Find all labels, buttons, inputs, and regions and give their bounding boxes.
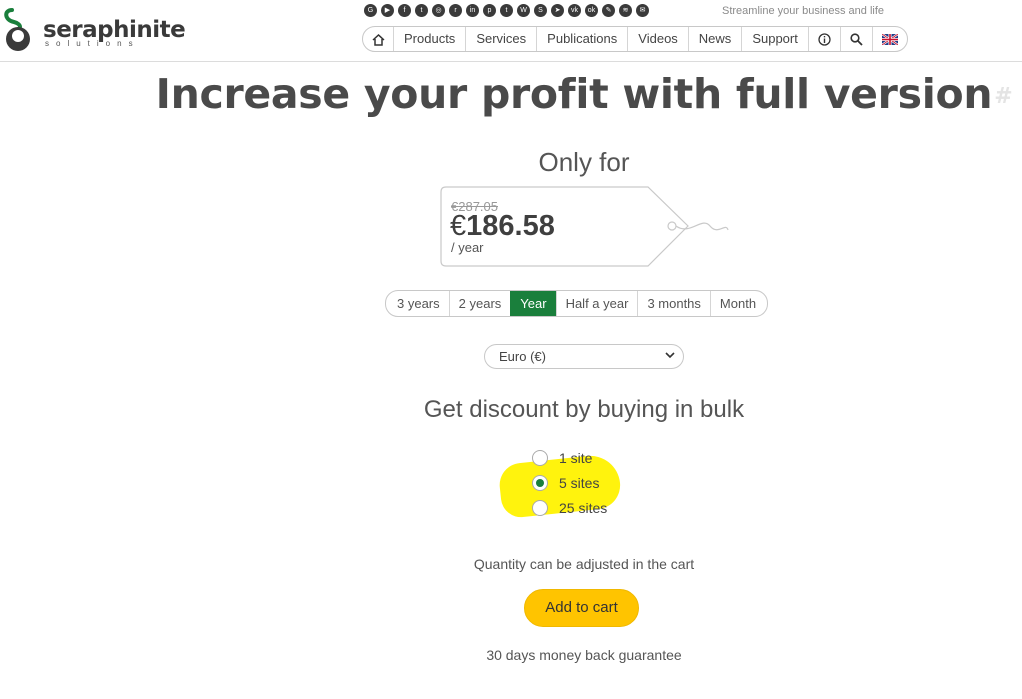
logo-mark-icon	[2, 6, 38, 52]
nav-publications[interactable]: Publications	[536, 27, 627, 51]
tumblr-icon[interactable]: t	[500, 4, 513, 17]
reddit-icon[interactable]: r	[449, 4, 462, 17]
pinterest-icon[interactable]: p	[483, 4, 496, 17]
uk-flag-icon[interactable]	[871, 27, 907, 51]
telegram-icon[interactable]: ➤	[551, 4, 564, 17]
option-label: 1 site	[559, 450, 593, 466]
linkedin-icon[interactable]: in	[466, 4, 479, 17]
currency-select[interactable]: Euro (€)	[484, 344, 684, 369]
main-nav: Products Services Publications Videos Ne…	[362, 26, 908, 52]
twitter-icon[interactable]: t	[415, 4, 428, 17]
odnoklassniki-icon[interactable]: ok	[585, 4, 598, 17]
header-divider	[0, 61, 1022, 62]
currency-symbol: €	[450, 210, 467, 242]
search-icon[interactable]	[839, 27, 872, 51]
nav-support[interactable]: Support	[741, 27, 808, 51]
price-period-label: / year	[451, 240, 484, 255]
anchor-link[interactable]: #	[994, 84, 1012, 109]
info-icon[interactable]	[807, 27, 840, 51]
radio-1-site[interactable]	[532, 450, 548, 466]
radio-25-sites[interactable]	[532, 500, 548, 516]
livejournal-icon[interactable]: ✎	[602, 4, 615, 17]
nav-products[interactable]: Products	[393, 27, 465, 51]
email-icon[interactable]: ✉	[636, 4, 649, 17]
option-label: 5 sites	[559, 475, 600, 491]
bulk-discount-title: Get discount by buying in bulk	[423, 396, 745, 423]
period-year[interactable]: Year	[510, 291, 556, 316]
option-25-sites[interactable]: 25 sites	[532, 498, 607, 518]
nav-videos[interactable]: Videos	[627, 27, 688, 51]
period-month[interactable]: Month	[709, 291, 767, 316]
option-label: 25 sites	[559, 500, 608, 516]
add-to-cart-button[interactable]: Add to cart	[524, 589, 639, 627]
radio-5-sites[interactable]	[532, 475, 548, 491]
period-3-years[interactable]: 3 years	[386, 291, 449, 316]
nav-services[interactable]: Services	[465, 27, 536, 51]
only-for-label: Only for	[538, 147, 630, 177]
current-price: €186.58	[450, 210, 555, 243]
google-icon[interactable]: G	[364, 4, 377, 17]
site-logo[interactable]: seraphinite solutions	[2, 6, 186, 52]
money-back-guarantee: 30 days money back guarantee	[486, 647, 682, 663]
option-1-site[interactable]: 1 site	[532, 448, 592, 468]
facebook-icon[interactable]: f	[398, 4, 411, 17]
wordpress-icon[interactable]: W	[517, 4, 530, 17]
instagram-icon[interactable]: ◎	[432, 4, 445, 17]
social-links: G ▶ f t ◎ r in p t W S ➤ vk ok ✎ ≋ ✉	[364, 4, 649, 17]
price-value: 186.58	[466, 210, 555, 242]
nav-news[interactable]: News	[687, 27, 742, 51]
option-5-sites[interactable]: 5 sites	[532, 473, 599, 493]
period-3-months[interactable]: 3 months	[637, 291, 709, 316]
home-icon[interactable]	[363, 27, 393, 51]
tagline: Streamline your business and life	[722, 5, 885, 17]
period-selector: 3 years 2 years Year Half a year 3 month…	[385, 290, 769, 317]
rss-icon[interactable]: ≋	[619, 4, 632, 17]
quantity-note: Quantity can be adjusted in the cart	[473, 556, 695, 572]
chevron-down-icon	[665, 345, 675, 368]
page-title: Increase your profit with full version#	[0, 70, 1022, 118]
vk-icon[interactable]: vk	[568, 4, 581, 17]
currency-select-value: Euro (€)	[499, 349, 546, 364]
youtube-icon[interactable]: ▶	[381, 4, 394, 17]
logo-subtext: solutions	[45, 39, 140, 48]
period-2-years[interactable]: 2 years	[448, 291, 511, 316]
period-half-year[interactable]: Half a year	[555, 291, 638, 316]
skype-icon[interactable]: S	[534, 4, 547, 17]
page-title-text: Increase your profit with full version	[155, 70, 993, 118]
